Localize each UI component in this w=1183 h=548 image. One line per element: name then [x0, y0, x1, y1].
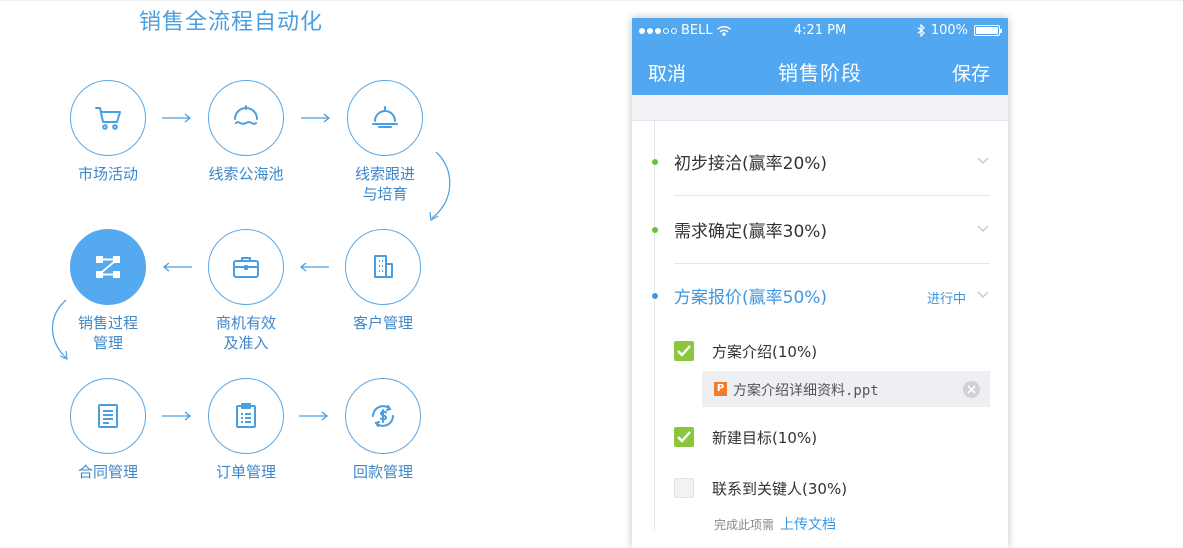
- remove-attachment-button[interactable]: [963, 381, 980, 398]
- step-label: 市场活动: [77, 165, 138, 183]
- step-opportunity[interactable]: [208, 229, 284, 305]
- ppt-file-icon: P: [714, 382, 727, 396]
- upload-document-link[interactable]: 上传文档: [780, 517, 836, 533]
- battery-icon: [974, 25, 1002, 36]
- status-badge: 进行中: [926, 292, 966, 307]
- order-icon: [236, 403, 256, 428]
- stage-done-dot: [652, 227, 658, 233]
- chevron-down-icon: [977, 291, 989, 299]
- stage-current-dot: [652, 293, 658, 299]
- curve-arrow-icon: [424, 150, 454, 229]
- stage-label: 需求确定(赢率30%): [674, 222, 828, 242]
- arrow-right-icon: [161, 410, 193, 422]
- arrow-left-icon: [161, 261, 193, 273]
- step-label: 商机有效 及准入: [215, 314, 276, 352]
- chevron-down-icon: [977, 157, 989, 165]
- arrow-right-icon: [298, 410, 330, 422]
- process-icon: [96, 256, 120, 278]
- status-bar: BELL 4:21 PM 100%: [632, 18, 1008, 44]
- stage-proposal[interactable]: 方案报价(赢率50%) 进行中: [632, 263, 1008, 329]
- arrow-left-icon: [298, 261, 330, 273]
- check-icon: [677, 345, 691, 357]
- contract-icon: [98, 404, 118, 428]
- arrow-right-icon: [300, 112, 332, 124]
- step-order[interactable]: [208, 378, 284, 454]
- step-payment[interactable]: [345, 378, 421, 454]
- task-label: 新建目标(10%): [712, 429, 818, 447]
- stage-label: 方案报价(赢率50%): [674, 288, 828, 308]
- cart-icon: [95, 107, 121, 130]
- nav-bar: 取消 销售阶段 保存: [632, 44, 1008, 95]
- step-label: 线索公海池: [208, 165, 284, 183]
- attachment-name: 方案介绍详细资料.ppt: [733, 383, 879, 399]
- close-icon: [967, 385, 976, 394]
- phone-frame: BELL 4:21 PM 100% 取消 销售阶段 保存 初步接洽(赢率20%)…: [632, 18, 1008, 548]
- step-contract[interactable]: [70, 378, 146, 454]
- header-spacer: [632, 95, 1008, 121]
- divider: [674, 195, 990, 196]
- stage-done-dot: [652, 159, 658, 165]
- step-label: 订单管理: [215, 463, 276, 481]
- step-sales-process[interactable]: [70, 229, 146, 305]
- hint-text: 完成此项需: [714, 518, 775, 532]
- briefcase-icon: [233, 257, 259, 278]
- top-divider: [0, 0, 1183, 1]
- attachment-item[interactable]: P 方案介绍详细资料.ppt: [702, 371, 990, 407]
- payment-icon: [372, 405, 394, 427]
- flow-title: 销售全流程自动化: [139, 10, 324, 35]
- step-customer[interactable]: [345, 229, 421, 305]
- step-label: 客户管理: [352, 314, 413, 332]
- task-hint: 完成此项需 上传文档: [714, 514, 836, 534]
- step-label: 合同管理: [77, 463, 138, 481]
- save-button[interactable]: 保存: [952, 59, 990, 86]
- task-checkbox[interactable]: [674, 341, 694, 361]
- step-lead-nurture[interactable]: [347, 80, 423, 156]
- step-lead-pool[interactable]: [208, 80, 284, 156]
- task-checkbox[interactable]: [674, 427, 694, 447]
- lead-nurture-icon: [372, 106, 398, 128]
- battery-percent: 100%: [930, 23, 968, 38]
- stage-initial-contact[interactable]: 初步接洽(赢率20%): [632, 129, 1008, 195]
- stage-list: 初步接洽(赢率20%) 需求确定(赢率30%) 方案报价(赢率50%) 进行中 …: [632, 121, 1008, 534]
- step-label: 回款管理: [352, 463, 413, 481]
- arrow-right-icon: [161, 112, 193, 124]
- chevron-down-icon: [977, 225, 989, 233]
- curve-arrow-icon: [48, 298, 78, 367]
- building-icon: [374, 255, 393, 278]
- check-icon: [677, 431, 691, 443]
- lead-pool-icon: [234, 105, 258, 125]
- step-market-activity[interactable]: [70, 80, 146, 156]
- task-label: 方案介绍(10%): [712, 343, 818, 361]
- stage-label: 初步接洽(赢率20%): [674, 154, 828, 174]
- task-label: 联系到关键人(30%): [712, 480, 848, 498]
- stage-requirements[interactable]: 需求确定(赢率30%): [632, 197, 1008, 263]
- bluetooth-icon: [917, 24, 925, 37]
- task-checkbox[interactable]: [674, 478, 694, 498]
